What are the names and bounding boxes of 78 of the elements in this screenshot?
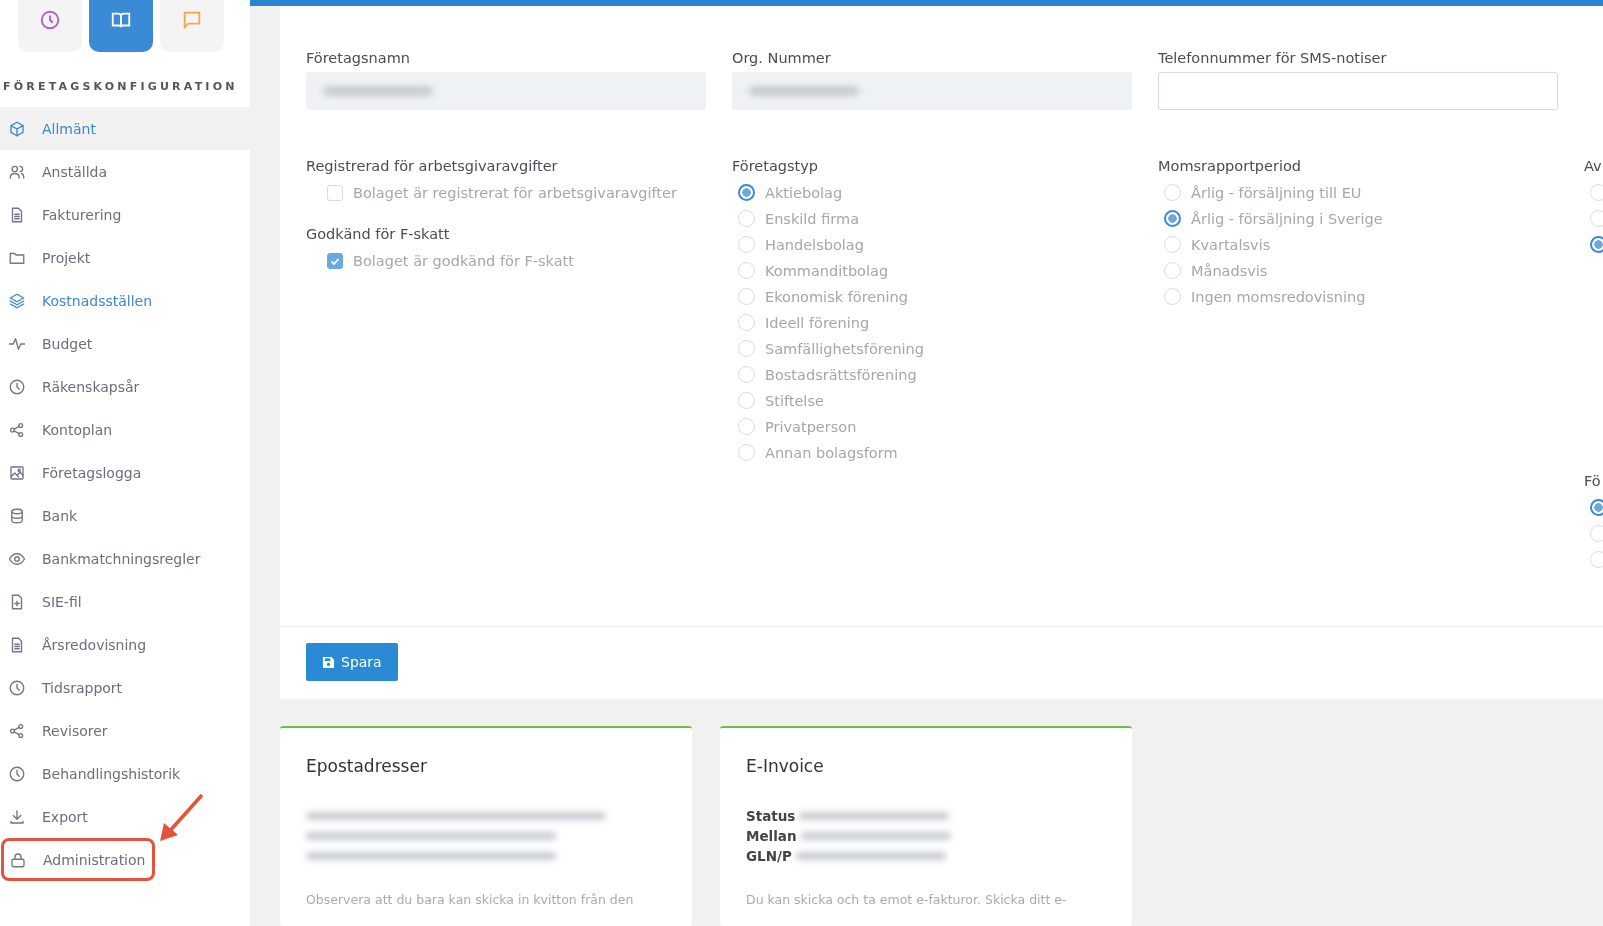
option-label: Bolaget är godkänd för F-skatt (353, 252, 574, 269)
option-label: Bostadsrättsförening (765, 366, 917, 383)
clock-icon (39, 9, 61, 31)
card-title: Epostadresser (306, 756, 428, 776)
cube-icon (8, 119, 26, 138)
option-label: Årlig - försäljning i Sverige (1191, 210, 1383, 227)
group-label: Fö (1584, 472, 1602, 489)
sidebar-item[interactable]: Bank (0, 494, 250, 537)
group-label: Registrerad för arbetsgivaravgifter (306, 157, 559, 174)
option-label: Aktiebolag (765, 184, 843, 201)
save-button[interactable]: Spara (306, 643, 398, 681)
sidebar-item[interactable]: Kontoplan (0, 408, 250, 451)
download-icon (8, 807, 26, 826)
sidebar-item[interactable]: SIE-fil (0, 580, 250, 623)
option-label: Stiftelse (765, 392, 824, 409)
sidebar-item[interactable]: Export (0, 795, 250, 838)
option-label: Ideell förening (765, 314, 870, 331)
option-label: Privatperson (765, 418, 857, 435)
sidebar-tab[interactable] (89, 0, 153, 52)
sidebar-item[interactable]: Tidsrapport (0, 666, 250, 709)
image-icon (8, 463, 26, 482)
option-label: Ingen momsredovisning (1191, 288, 1366, 305)
option-label: Ekonomisk förening (765, 288, 908, 305)
card-note: Du kan skicka och ta emot e-fakturor. Skicka ditt e- (746, 892, 1068, 907)
share-icon (8, 420, 26, 439)
sidebar-item[interactable]: Behandlingshistorik (0, 752, 250, 795)
group-label: Momsrapportperiod (1158, 157, 1303, 174)
option-label: Årlig - försäljning till EU (1191, 184, 1362, 201)
field-label: Status (746, 808, 796, 824)
sidebar-item[interactable]: Kostnadsställen (0, 279, 250, 322)
sidebar-tab[interactable] (160, 0, 224, 52)
sidebar-tab[interactable] (18, 0, 82, 52)
sidebar-item[interactable]: Fakturering (0, 193, 250, 236)
field-label: Mellan (746, 828, 797, 844)
section-heading: FÖRETAGSKONFIGURATION (2, 79, 239, 95)
group-label: Av (1584, 157, 1603, 174)
radio-button[interactable] (1164, 210, 1181, 228)
clock-icon (8, 377, 26, 396)
annotation-arrow (158, 793, 204, 843)
option-label: Annan bolagsform (765, 444, 898, 461)
sidebar-item[interactable]: Budget (0, 322, 250, 365)
field-label: GLN/P (746, 848, 792, 864)
chat-icon (181, 9, 203, 31)
option-label: Kvartalsvis (1191, 236, 1271, 253)
option-label: Kommanditbolag (765, 262, 889, 279)
option-label: Bolaget är registrerat för arbetsgivaravgifter (353, 184, 677, 201)
group-label: Godkänd för F-skatt (306, 225, 451, 242)
card-note: Observera att du bara kan skicka in kvitton från den (306, 892, 635, 907)
sidebar-item[interactable]: Bankmatchningsregler (0, 537, 250, 580)
sidebar-item[interactable]: Räkenskapsår (0, 365, 250, 408)
radio-button[interactable] (1590, 499, 1603, 517)
field-label: Företagsnamn (306, 49, 411, 66)
sidebar-item[interactable]: Allmänt (0, 107, 250, 150)
share-icon (8, 721, 26, 740)
option-label: Handelsbolag (765, 236, 864, 253)
checkbox[interactable] (327, 252, 343, 269)
card-title: E-Invoice (746, 756, 825, 776)
group-label: Företagstyp (732, 157, 820, 174)
option-label: Månadsvis (1191, 262, 1268, 279)
database-icon (8, 506, 26, 525)
save-icon (322, 655, 335, 669)
option-label: Samfällighetsförening (765, 340, 924, 357)
field-label: Org. Nummer (732, 49, 832, 66)
field-label: Telefonnummer för SMS-notiser (1158, 49, 1388, 66)
input-field[interactable] (1158, 71, 1558, 110)
layers-icon (8, 291, 26, 310)
lock-icon (9, 850, 27, 869)
sidebar-item[interactable]: Årsredovisning (0, 623, 250, 666)
radio-button[interactable] (738, 184, 755, 202)
option-label: Enskild firma (765, 210, 860, 227)
sidebar-item[interactable]: Administration (1, 838, 155, 881)
sidebar-item[interactable]: Revisorer (0, 709, 250, 752)
sidebar-item[interactable]: Företagslogga (0, 451, 250, 494)
sidebar-item[interactable]: Anställda (0, 150, 250, 193)
clock-icon (8, 764, 26, 783)
radio-button[interactable] (1590, 236, 1603, 254)
clock-icon (8, 678, 26, 697)
sidebar-item[interactable]: Projekt (0, 236, 250, 279)
